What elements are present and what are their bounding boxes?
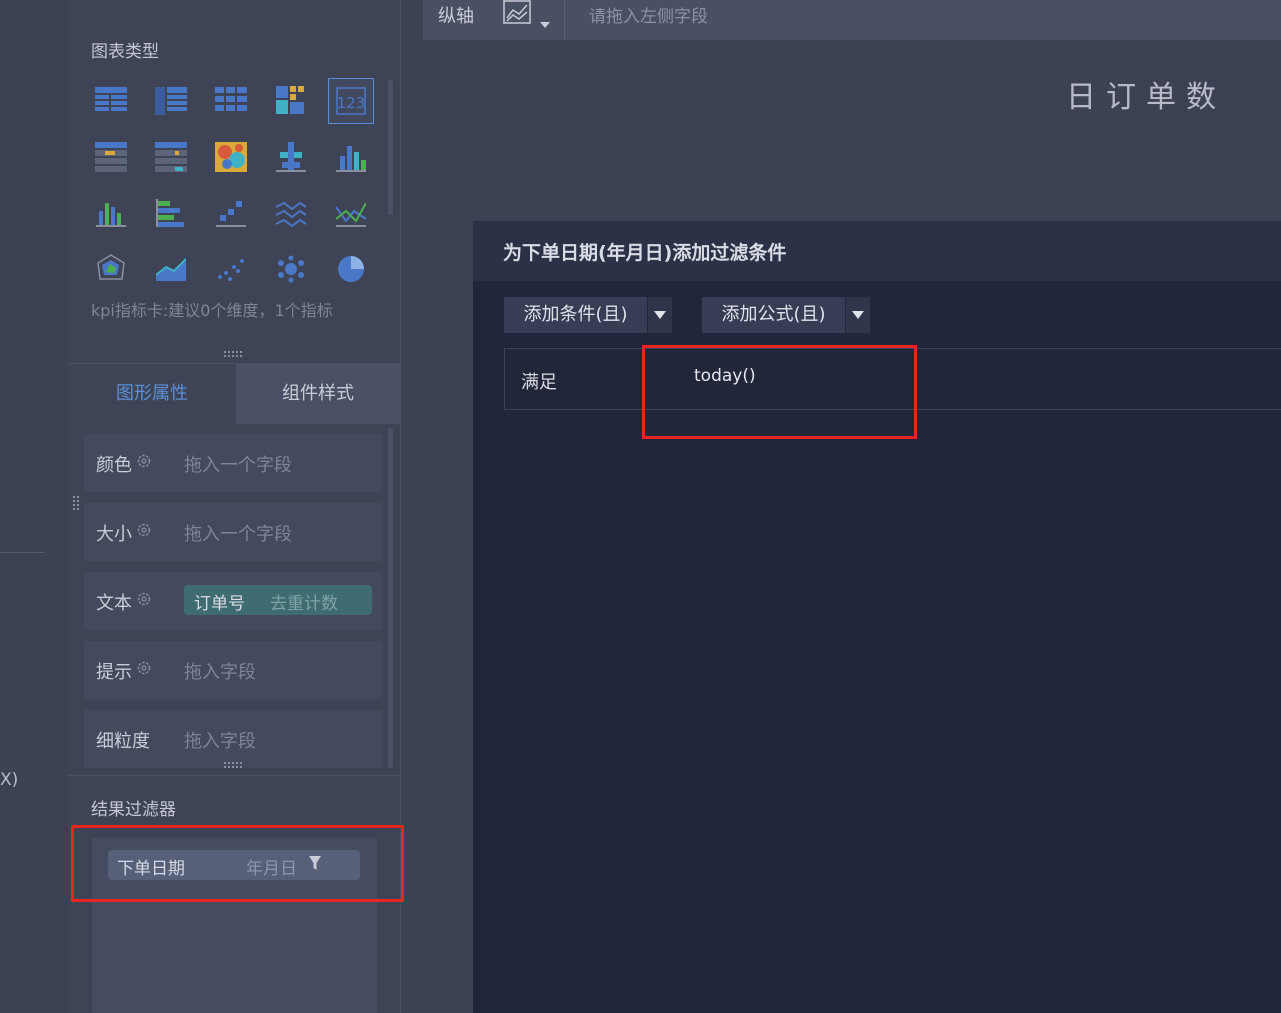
column-chart-icon [96, 203, 126, 227]
chart-type-cross-table[interactable] [148, 78, 194, 124]
grouped-table-chart-icon [215, 87, 247, 111]
panel-drag-handle[interactable] [73, 496, 79, 512]
divider [68, 775, 400, 776]
properties-scrollbar[interactable] [388, 428, 393, 768]
cross-table-chart-icon [155, 87, 187, 115]
chart-type-kpi-card[interactable]: 123 [328, 78, 374, 124]
field-name: 订单号 [194, 594, 245, 614]
chart-type-grouped-bar[interactable] [268, 134, 314, 180]
line-compare-chart-icon [336, 202, 366, 227]
color-table-chart-icon [276, 86, 304, 114]
property-row-color[interactable]: 颜色 拖入一个字段 [84, 434, 382, 492]
chart-type-progress-table[interactable] [148, 134, 194, 180]
chart-type-bar[interactable] [148, 190, 194, 236]
result-filter-title: 结果过滤器 [91, 800, 176, 820]
pie-chart-icon [338, 256, 364, 282]
radar-chart-icon [97, 254, 125, 280]
property-row-granularity[interactable]: 细粒度 拖入字段 [84, 710, 382, 768]
area-chart-icon [156, 258, 186, 281]
progress-table-chart-icon [155, 142, 187, 172]
grouped-bar-chart-icon [276, 142, 306, 172]
resize-handle[interactable] [224, 762, 244, 768]
property-tabs: 图形属性 组件样式 [68, 363, 400, 424]
step-chart-icon [216, 201, 246, 227]
property-label: 大小 [96, 524, 132, 545]
chart-type-heatmap[interactable] [208, 134, 254, 180]
chart-type-radar[interactable] [88, 246, 134, 292]
chart-type-stacked-bar[interactable] [328, 134, 374, 180]
range-table-chart-icon [95, 142, 127, 172]
y-axis-dropzone[interactable]: 请拖入左侧字段 [589, 2, 708, 27]
dialog-header: 为下单日期(年月日)添加过滤条件 [473, 219, 1281, 281]
chart-type-grouped-table[interactable] [208, 78, 254, 124]
condition-label: 满足 [521, 372, 557, 393]
scatter-chart-icon [218, 259, 244, 281]
chart-preview-title: 日订单数 [1066, 80, 1226, 115]
property-label: 提示 [96, 662, 132, 683]
chart-types-scrollbar[interactable] [388, 80, 393, 215]
property-label: 文本 [96, 593, 132, 614]
chart-types-title: 图表类型 [91, 42, 159, 62]
divider [0, 552, 45, 553]
chevron-down-icon[interactable] [647, 297, 672, 333]
bubble-chart-icon [278, 255, 304, 283]
gear-icon[interactable] [136, 522, 152, 538]
add-formula-dropdown[interactable]: 添加公式(且) [702, 297, 870, 333]
stacked-bar-chart-icon [336, 146, 366, 172]
truncated-field-text: X) [0, 770, 19, 790]
y-axis-bar: 纵轴 请拖入左侧字段 [423, 0, 1281, 40]
dialog-title: 为下单日期(年月日)添加过滤条件 [503, 242, 787, 264]
highlight-box-result-filter [71, 825, 404, 902]
property-row-text[interactable]: 文本 订单号 去重计数 [84, 572, 382, 630]
kpi-123-icon: 123 [336, 87, 366, 115]
bar-chart-icon [156, 199, 184, 227]
field-pill-order-id[interactable]: 订单号 去重计数 [184, 585, 372, 615]
chart-type-bubble[interactable] [268, 246, 314, 292]
chart-type-line-compare[interactable] [328, 190, 374, 236]
tab-shape-properties[interactable]: 图形属性 [68, 364, 236, 424]
y-axis-label: 纵轴 [438, 6, 474, 27]
gear-icon[interactable] [136, 453, 152, 469]
line-chart-icon[interactable] [503, 0, 555, 32]
property-label: 细粒度 [96, 731, 150, 752]
gear-icon[interactable] [136, 660, 152, 676]
drop-placeholder[interactable]: 拖入一个字段 [184, 451, 292, 477]
chart-type-column[interactable] [88, 190, 134, 236]
multi-line-chart-icon [276, 201, 306, 227]
property-label: 颜色 [96, 455, 132, 476]
filter-condition-dialog: 为下单日期(年月日)添加过滤条件 添加条件(且) 添加公式(且) 满足 toda… [473, 219, 1281, 1013]
chart-type-table[interactable] [88, 78, 134, 124]
add-condition-dropdown[interactable]: 添加条件(且) [504, 297, 672, 333]
divider [564, 0, 565, 40]
resize-handle[interactable] [224, 351, 244, 357]
chart-type-color-table[interactable] [268, 78, 314, 124]
property-row-tooltip[interactable]: 提示 拖入字段 [84, 641, 382, 699]
chart-type-area[interactable] [148, 246, 194, 292]
left-strip: X) [0, 0, 69, 1013]
field-aggregation: 去重计数 [270, 594, 338, 614]
chart-type-scatter[interactable] [208, 246, 254, 292]
add-formula-button[interactable]: 添加公式(且) [702, 297, 845, 333]
add-condition-button[interactable]: 添加条件(且) [504, 297, 647, 333]
tab-component-style[interactable]: 组件样式 [236, 364, 400, 424]
svg-text:123: 123 [337, 94, 366, 112]
drop-placeholder[interactable]: 拖入一个字段 [184, 520, 292, 546]
highlight-box-formula [642, 345, 917, 439]
drop-placeholder[interactable]: 拖入字段 [184, 727, 256, 753]
chart-type-range-table[interactable] [88, 134, 134, 180]
chevron-down-icon[interactable] [845, 297, 870, 333]
gear-icon[interactable] [136, 591, 152, 607]
drop-placeholder[interactable]: 拖入字段 [184, 658, 256, 684]
chart-type-hint: kpi指标卡:建议0个维度，1个指标 [91, 301, 333, 320]
chart-type-step-line[interactable] [208, 190, 254, 236]
heatmap-chart-icon [215, 142, 247, 172]
chart-type-multi-line[interactable] [268, 190, 314, 236]
property-row-size[interactable]: 大小 拖入一个字段 [84, 503, 382, 561]
chart-type-pie[interactable] [328, 246, 374, 292]
table-chart-icon [95, 87, 127, 111]
